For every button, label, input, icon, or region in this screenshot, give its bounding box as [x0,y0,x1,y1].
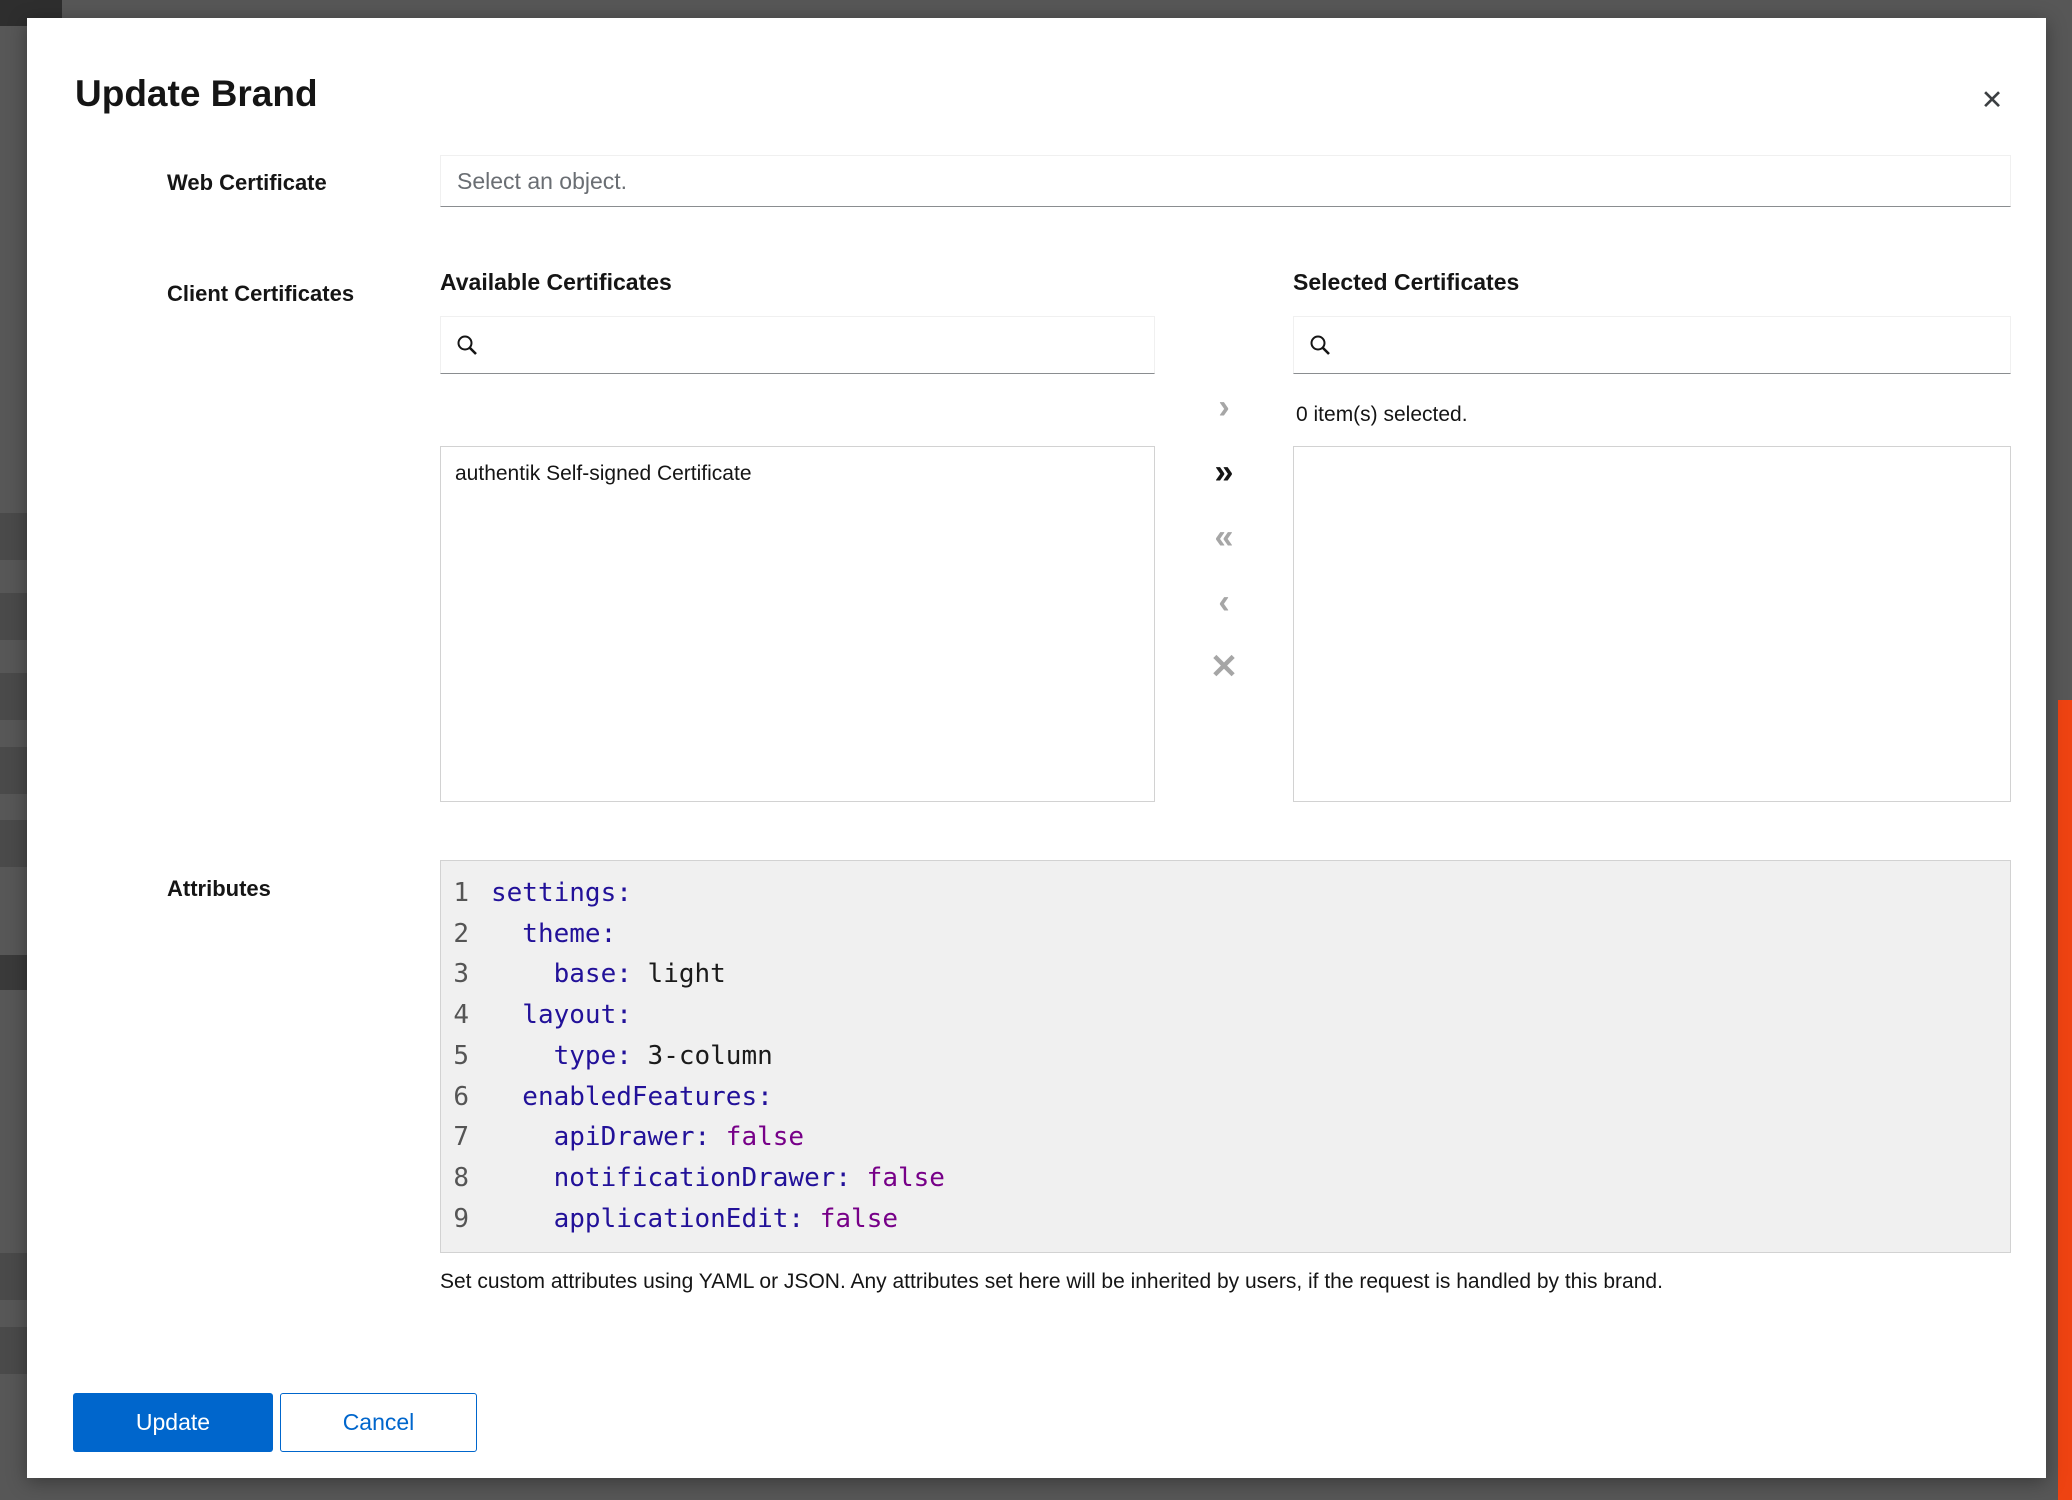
code-line: applicationEdit: false [491,1199,2010,1240]
backdrop-sidebar-band [0,1253,27,1300]
dual-list-controls: › » « ‹ ✕ [1155,382,1293,691]
code-line-number: 6 [441,1077,469,1118]
available-certificate-item[interactable]: authentik Self-signed Certificate [441,447,1154,500]
backdrop-sidebar-band [0,1327,27,1374]
background-accent-bar [2058,700,2072,1500]
code-line: enabledFeatures: [491,1077,2010,1118]
code-line-number: 5 [441,1036,469,1077]
code-line-number: 8 [441,1158,469,1199]
attributes-help-text: Set custom attributes using YAML or JSON… [440,1269,2011,1295]
move-selected-right-button[interactable]: › [1200,382,1249,431]
attributes-label: Attributes [167,876,271,902]
code-line: theme: [491,914,2010,955]
code-line-number: 2 [441,914,469,955]
code-line-number: 7 [441,1117,469,1158]
code-line: apiDrawer: false [491,1117,2010,1158]
available-certificates-list[interactable]: authentik Self-signed Certificate [440,446,1155,802]
code-line: layout: [491,995,2010,1036]
search-icon [455,333,479,357]
client-certificates-label: Client Certificates [167,281,354,307]
update-brand-modal: Update Brand ✕ Web Certificate Client Ce… [27,18,2046,1478]
selected-certificates-heading: Selected Certificates [1293,268,1519,296]
clear-selection-button[interactable]: ✕ [1200,642,1249,691]
code-line-number: 1 [441,873,469,914]
code-line-number: 4 [441,995,469,1036]
move-all-left-button[interactable]: « [1200,512,1249,561]
code-line: settings: [491,873,2010,914]
backdrop-sidebar-band [0,747,27,794]
move-all-right-button[interactable]: » [1200,447,1249,496]
code-line-number: 9 [441,1199,469,1240]
move-selected-left-button[interactable]: ‹ [1200,577,1249,626]
backdrop-sidebar-band [0,593,27,640]
close-icon[interactable]: ✕ [1970,78,2014,122]
available-certificates-heading: Available Certificates [440,268,672,296]
modal-title: Update Brand [75,72,318,116]
code-editor-gutter: 123456789 [441,861,477,1252]
backdrop-sidebar-band [0,673,27,720]
web-certificate-select[interactable] [440,155,2011,207]
code-line: notificationDrawer: false [491,1158,2010,1199]
web-certificate-label: Web Certificate [167,170,327,196]
code-editor-content[interactable]: settings: theme: base: light layout: typ… [477,861,2010,1252]
backdrop-sidebar-band [0,820,27,867]
selected-certificates-search [1293,316,2011,374]
backdrop-sidebar-band-active [0,955,27,990]
code-line: base: light [491,954,2010,995]
cancel-button[interactable]: Cancel [280,1393,477,1452]
selected-certificates-list[interactable] [1293,446,2011,802]
available-certificates-search-input[interactable] [489,332,1140,358]
selected-count-status: 0 item(s) selected. [1296,402,1468,427]
search-icon [1308,333,1332,357]
backdrop-sidebar-band [0,513,27,560]
selected-certificates-search-input[interactable] [1342,332,1996,358]
available-certificates-search [440,316,1155,374]
attributes-code-editor[interactable]: 123456789 settings: theme: base: light l… [440,860,2011,1253]
code-line-number: 3 [441,954,469,995]
update-button[interactable]: Update [73,1393,273,1452]
code-line: type: 3-column [491,1036,2010,1077]
